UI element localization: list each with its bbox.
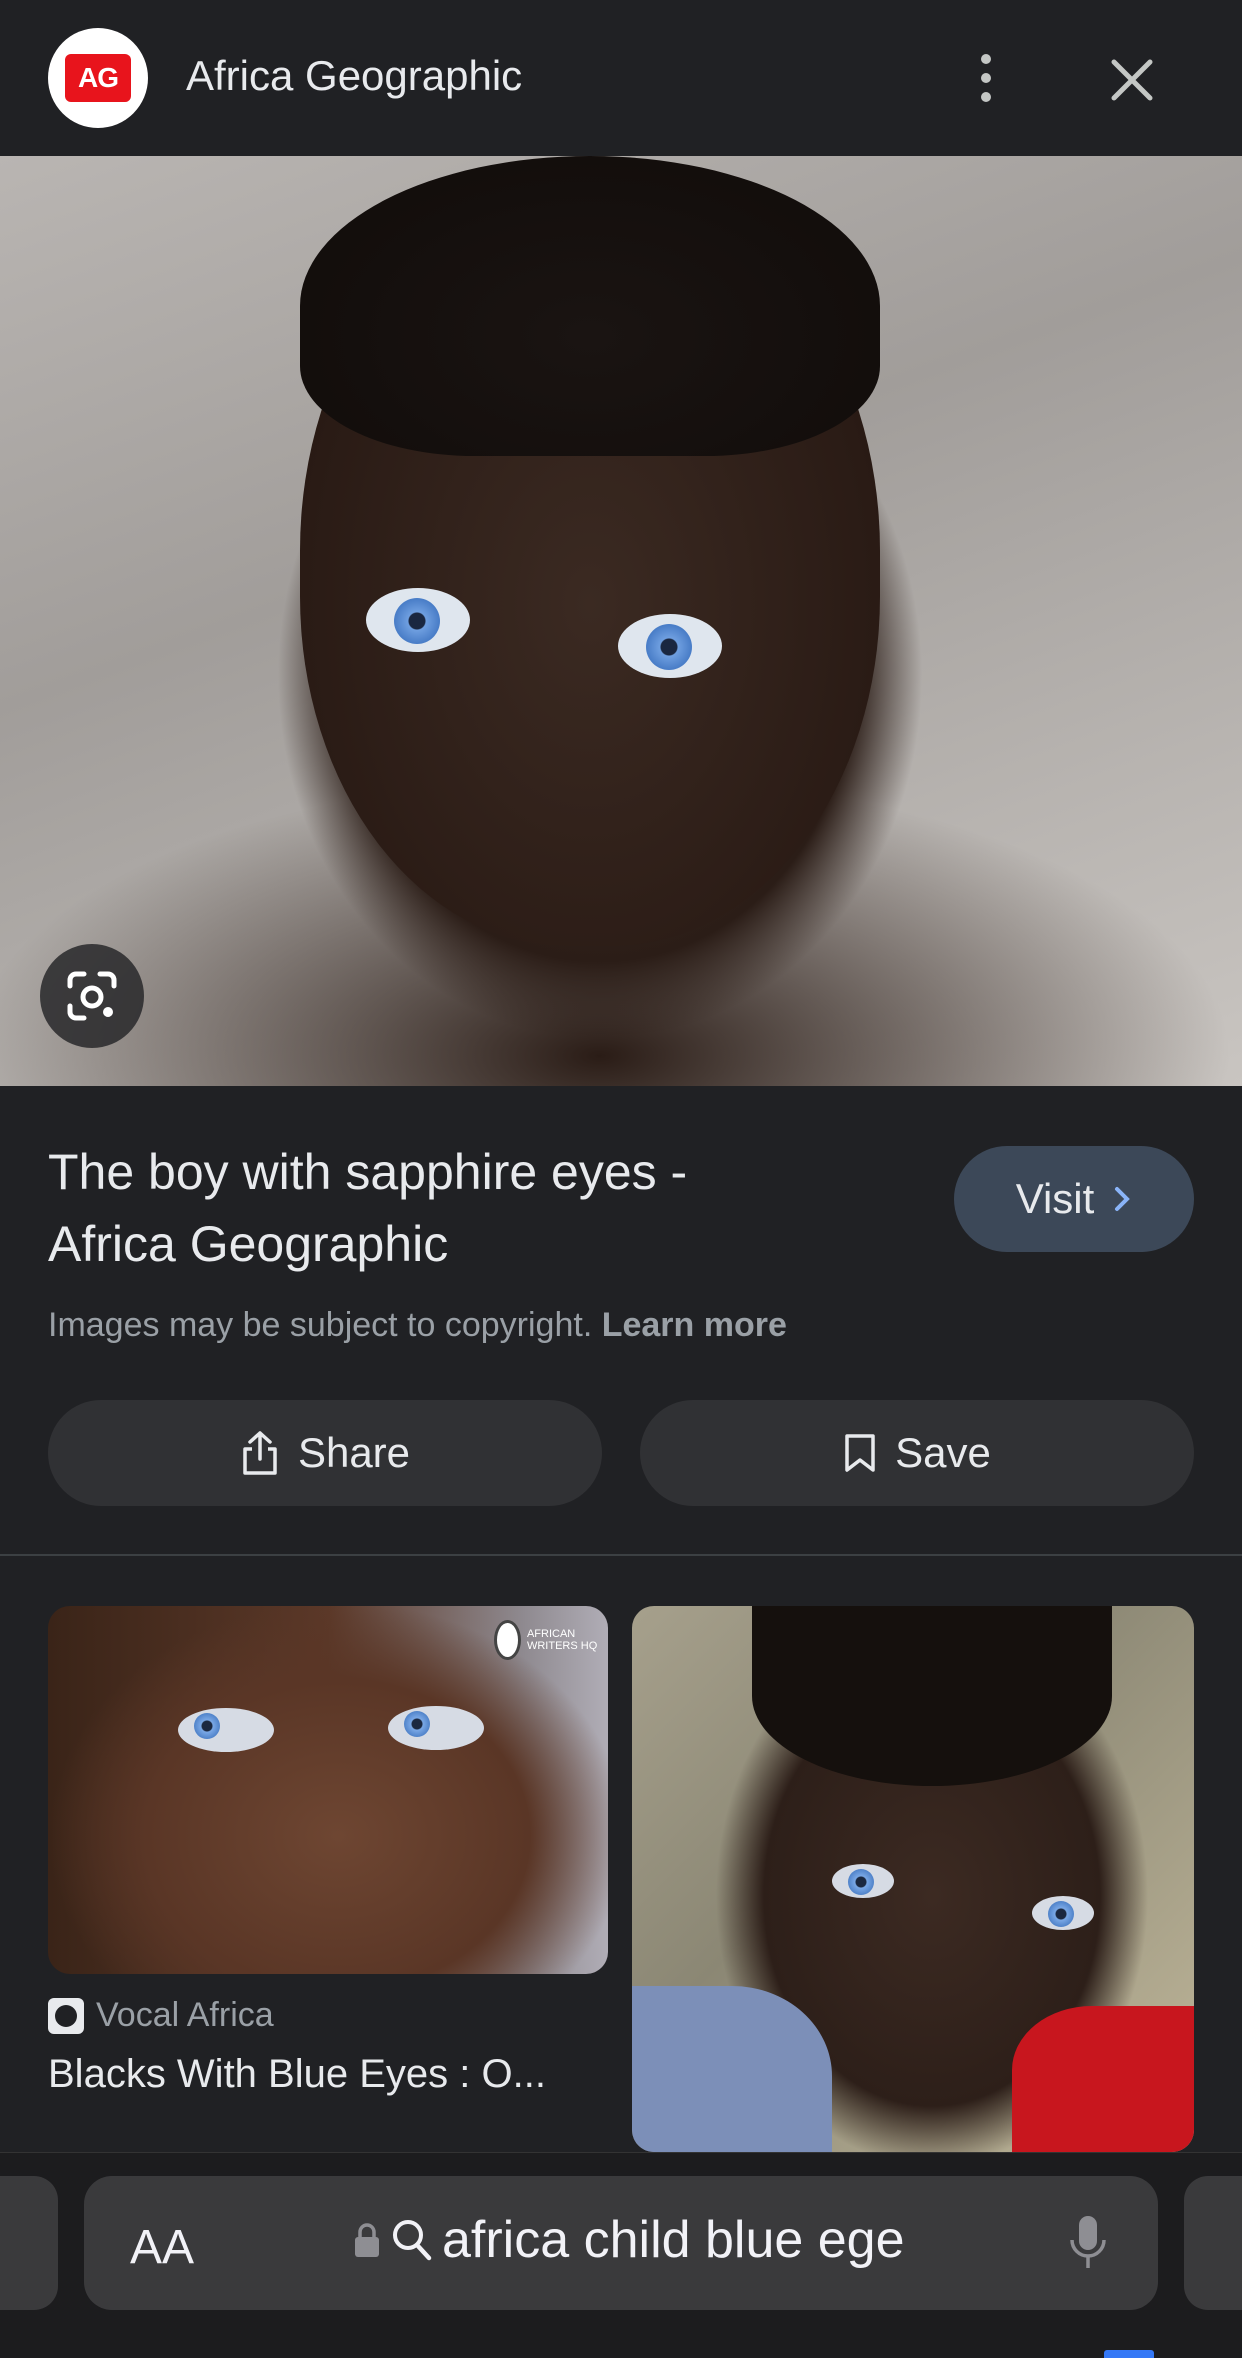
watermark-text: AFRICAN WRITERS HQ xyxy=(526,1628,598,1652)
save-button[interactable]: Save xyxy=(640,1400,1194,1506)
share-label: Share xyxy=(297,1429,411,1476)
thumb-eye xyxy=(832,1864,894,1898)
thumb-hair xyxy=(752,1606,1112,1786)
text-size-label: AA xyxy=(130,2221,195,2274)
save-label: Save xyxy=(895,1429,991,1476)
share-icon xyxy=(243,1431,277,1475)
address-text: africa child blue ege xyxy=(442,2211,905,2269)
share-button[interactable]: Share xyxy=(48,1400,602,1506)
related-source-1[interactable]: Vocal Africa xyxy=(48,1996,274,2035)
tabs-indicator xyxy=(1104,2350,1154,2358)
address-content[interactable]: africa child blue ege xyxy=(352,2210,905,2270)
mic-icon[interactable] xyxy=(1068,2212,1108,2274)
thumb-clothing-red xyxy=(1012,2006,1194,2152)
lightbox-header: AG Africa Geographic xyxy=(0,0,1242,156)
close-icon[interactable] xyxy=(1100,48,1164,112)
text-size-button[interactable]: AA xyxy=(130,2220,194,2275)
ag-logo-icon[interactable]: AG xyxy=(48,28,148,128)
section-divider xyxy=(0,1554,1242,1556)
google-lens-icon[interactable] xyxy=(40,944,144,1048)
copyright-text: Images may be subject to copyright. xyxy=(48,1306,593,1344)
thumb-clothing-blue xyxy=(632,1986,832,2152)
thumb-eye xyxy=(178,1708,274,1752)
source-name: Vocal Africa xyxy=(96,1996,274,2034)
site-name[interactable]: Africa Geographic xyxy=(186,52,522,100)
address-bar[interactable]: AA africa child blue ege xyxy=(84,2176,1158,2310)
next-tab[interactable] xyxy=(1184,2176,1242,2310)
related-title-1[interactable]: Blacks With Blue Eyes : O... xyxy=(48,2052,608,2097)
result-title[interactable]: The boy with sapphire eyes - Africa Geog… xyxy=(48,1136,808,1280)
visit-label: Visit xyxy=(1015,1175,1095,1222)
image-hair xyxy=(300,156,880,456)
visit-button[interactable]: Visit xyxy=(954,1146,1194,1252)
related-image-1[interactable]: AFRICAN WRITERS HQ xyxy=(48,1606,608,1974)
image-eye-right xyxy=(618,614,722,678)
logo-text: AG xyxy=(65,54,131,102)
copyright-notice: Images may be subject to copyright. Lear… xyxy=(48,1306,787,1345)
image-eye-left xyxy=(366,588,470,652)
learn-more-link[interactable]: Learn more xyxy=(602,1306,787,1344)
lock-icon xyxy=(355,2223,379,2257)
watermark: AFRICAN WRITERS HQ xyxy=(494,1618,602,1662)
main-image[interactable] xyxy=(0,156,1242,1086)
source-favicon-icon xyxy=(48,1997,84,2034)
thumb-eye xyxy=(1032,1896,1094,1930)
bookmark-icon xyxy=(845,1434,875,1472)
search-icon xyxy=(393,2220,432,2261)
watermark-logo xyxy=(494,1620,521,1660)
thumb-eye xyxy=(388,1706,484,1750)
related-image-2[interactable] xyxy=(632,1606,1194,2152)
more-vert-icon[interactable] xyxy=(966,46,1006,110)
previous-tab[interactable] xyxy=(0,2176,58,2310)
chevron-right-icon xyxy=(1115,1187,1131,1211)
